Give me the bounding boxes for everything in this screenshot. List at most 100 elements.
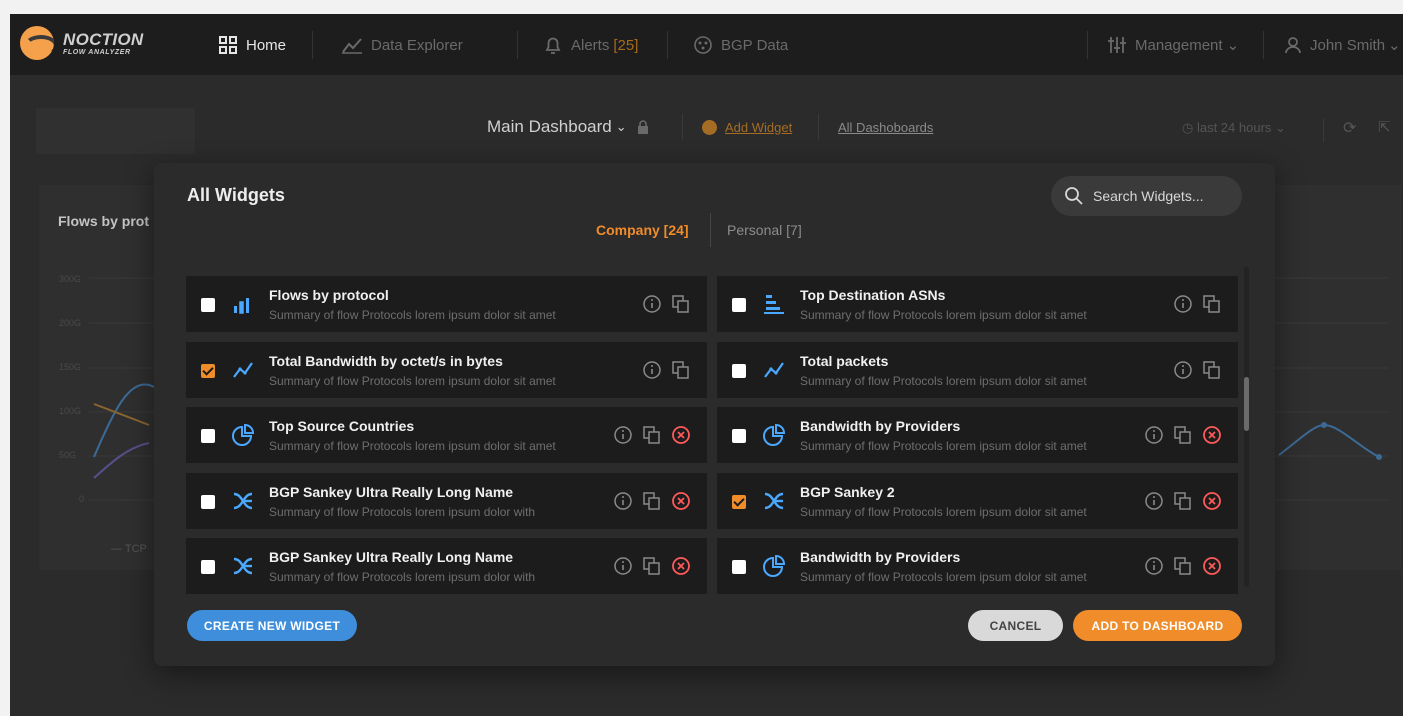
widget-card[interactable]: Total Bandwidth by octet/s in bytes Summa…: [186, 341, 707, 398]
user-name: John Smith: [1310, 36, 1386, 54]
grid-icon: [219, 36, 237, 54]
dashboard-title: Main Dashboard: [487, 117, 612, 136]
refresh-icon[interactable]: ⟳: [1343, 118, 1356, 138]
duplicate-icon[interactable]: [642, 556, 662, 576]
line-chart-icon: [342, 38, 362, 54]
line-chart-icon: [762, 358, 786, 382]
widget-checkbox[interactable]: [732, 429, 746, 443]
chart-legend: — TCP: [111, 543, 147, 555]
widget-description: Summary of flow Protocols lorem ipsum do…: [269, 373, 556, 388]
tab-personal[interactable]: Personal [7]: [727, 222, 802, 238]
app-window: NOCTION FLOW ANALYZER Home Data Explorer…: [10, 14, 1403, 716]
widget-card[interactable]: Top Source Countries Summary of flow Prot…: [186, 407, 707, 463]
widget-description: Summary of flow Protocols lorem ipsum do…: [800, 373, 1087, 388]
duplicate-icon[interactable]: [1202, 294, 1222, 314]
nav-management[interactable]: Management ⌄: [1107, 34, 1239, 56]
widget-checkbox[interactable]: [201, 560, 215, 574]
nav-home[interactable]: Home: [218, 34, 286, 56]
nav-bgp-data[interactable]: BGP Data: [693, 34, 788, 56]
chevron-down-icon: ⌄: [1388, 37, 1401, 54]
widget-description: Summary of flow Protocols lorem ipsum do…: [269, 308, 556, 322]
widget-card[interactable]: Bandwidth by Providers Summary of flow Pr…: [717, 538, 1238, 594]
nav-user-menu[interactable]: John Smith ⌄: [1284, 34, 1401, 56]
widget-list-scrollbar[interactable]: [1244, 267, 1249, 587]
external-link-icon[interactable]: ⇱: [1378, 118, 1391, 136]
widget-checkbox[interactable]: [201, 429, 215, 443]
add-widget-link[interactable]: Add Widget: [702, 120, 792, 135]
time-range-label: last 24 hours: [1196, 120, 1272, 135]
widget-checkbox[interactable]: [201, 494, 215, 509]
time-range-selector[interactable]: ◷ last 24 hours ⌄: [1182, 120, 1286, 136]
info-icon[interactable]: [1144, 556, 1164, 576]
duplicate-icon[interactable]: [671, 294, 691, 314]
widget-card[interactable]: Top Destination ASNs Summary of flow Prot…: [717, 276, 1238, 332]
widget-list: Flows by protocol Summary of flow Protoco…: [186, 267, 1238, 594]
info-icon[interactable]: [613, 425, 633, 445]
duplicate-icon[interactable]: [671, 360, 691, 380]
info-icon[interactable]: [642, 294, 662, 314]
nav-management-label: Management: [1135, 36, 1223, 54]
nav-alerts[interactable]: Alerts [25]: [543, 34, 638, 56]
bar-chart-icon: [231, 292, 255, 316]
top-nav: NOCTION FLOW ANALYZER Home Data Explorer…: [10, 14, 1403, 75]
y-tick: 50G: [59, 450, 77, 460]
info-icon[interactable]: [613, 491, 633, 511]
delete-icon[interactable]: [1202, 556, 1222, 576]
info-icon[interactable]: [1144, 491, 1164, 511]
search-widgets-input[interactable]: Search Widgets...: [1051, 176, 1242, 216]
widget-checkbox[interactable]: [201, 298, 215, 312]
widget-card[interactable]: Flows by protocol Summary of flow Protoco…: [186, 276, 707, 332]
widget-title: BGP Sankey Ultra Really Long Name: [269, 549, 514, 565]
info-icon[interactable]: [642, 360, 662, 380]
duplicate-icon[interactable]: [1173, 556, 1193, 576]
widget-checkbox[interactable]: [732, 298, 746, 312]
create-new-widget-button[interactable]: CREATE NEW WIDGET: [187, 610, 357, 641]
widget-title: BGP Sankey 2: [800, 483, 895, 500]
dashboard-selector[interactable]: Main Dashboard ⌄: [487, 117, 649, 137]
widget-card[interactable]: BGP Sankey 2 Summary of flow Protocols lo…: [717, 472, 1238, 529]
sankey-icon: [762, 489, 786, 513]
duplicate-icon[interactable]: [1202, 360, 1222, 380]
pie-chart-icon: [231, 423, 255, 447]
info-icon[interactable]: [1144, 425, 1164, 445]
info-icon[interactable]: [1173, 294, 1193, 314]
delete-icon[interactable]: [671, 556, 691, 576]
widget-card[interactable]: Total packets Summary of flow Protocols l…: [717, 341, 1238, 398]
widget-card[interactable]: Bandwidth by Providers Summary of flow Pr…: [717, 407, 1238, 463]
widget-checkbox[interactable]: [732, 494, 746, 509]
widget-checkbox[interactable]: [201, 363, 215, 378]
delete-icon[interactable]: [671, 491, 691, 511]
delete-icon[interactable]: [1202, 425, 1222, 445]
duplicate-icon[interactable]: [642, 425, 662, 445]
brand-logo[interactable]: NOCTION FLOW ANALYZER: [20, 26, 143, 60]
widget-card[interactable]: BGP Sankey Ultra Really Long Name Summary…: [186, 538, 707, 594]
widget-description: Summary of flow Protocols lorem ipsum do…: [269, 504, 536, 519]
nav-data-explorer[interactable]: Data Explorer: [341, 34, 463, 56]
info-icon[interactable]: [1173, 360, 1193, 380]
widget-checkbox[interactable]: [732, 560, 746, 574]
delete-icon[interactable]: [671, 425, 691, 445]
widget-card[interactable]: BGP Sankey Ultra Really Long Name Summary…: [186, 472, 707, 529]
all-dashboards-link[interactable]: All Dashoboards: [838, 120, 933, 135]
cancel-button[interactable]: CANCEL: [968, 610, 1063, 641]
widget-description: Summary of flow Protocols lorem ipsum do…: [800, 504, 1087, 519]
tab-company[interactable]: Company [24]: [596, 222, 689, 238]
add-to-dashboard-button[interactable]: ADD TO DASHBOARD: [1073, 610, 1242, 641]
duplicate-icon[interactable]: [1173, 491, 1193, 511]
brand-name: NOCTION: [63, 29, 144, 49]
network-icon: [694, 36, 712, 54]
widget-title: Top Destination ASNs: [800, 287, 946, 303]
scrollbar-thumb[interactable]: [1244, 377, 1249, 431]
widget-title: Bandwidth by Providers: [800, 418, 961, 434]
duplicate-icon[interactable]: [642, 491, 662, 511]
alerts-count-badge: [25]: [613, 36, 639, 54]
widget-title: Total packets: [800, 352, 889, 369]
delete-icon[interactable]: [1202, 491, 1222, 511]
info-icon[interactable]: [613, 556, 633, 576]
widget-checkbox[interactable]: [732, 363, 746, 378]
brand-subtitle: FLOW ANALYZER: [63, 48, 131, 56]
duplicate-icon[interactable]: [1173, 425, 1193, 445]
chevron-down-icon: ⌄: [615, 119, 627, 134]
widget-description: Summary of flow Protocols lorem ipsum do…: [269, 439, 556, 453]
widget-description: Summary of flow Protocols lorem ipsum do…: [269, 570, 536, 584]
